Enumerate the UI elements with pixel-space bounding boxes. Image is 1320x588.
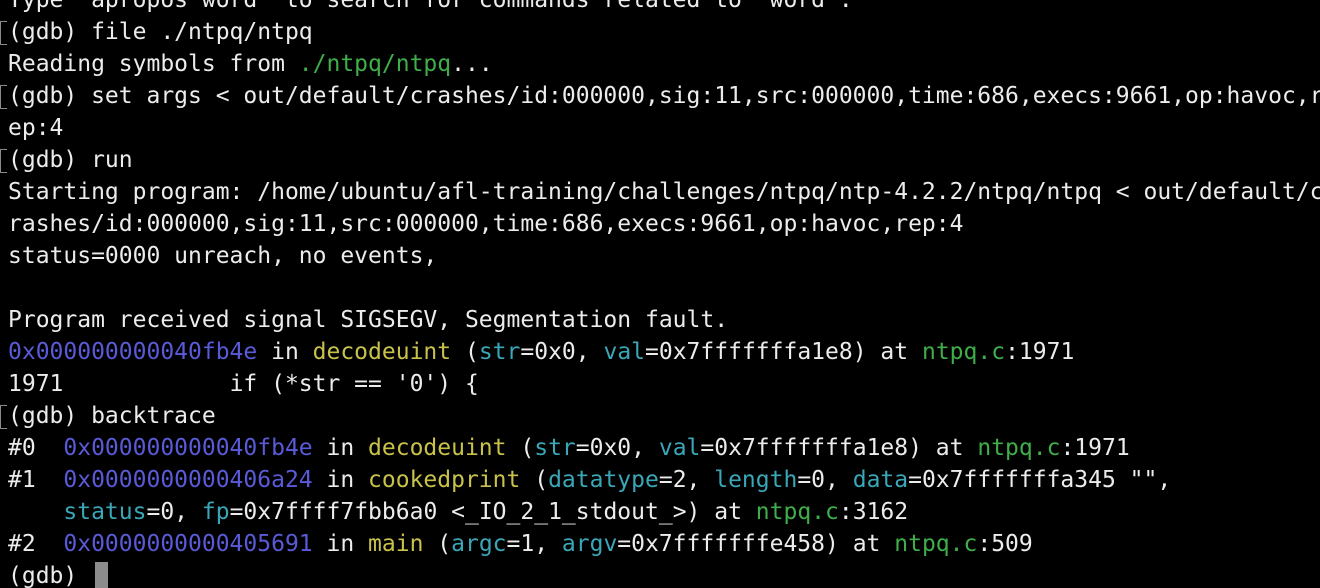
frame-address: 0x000000000040fb4e — [8, 339, 258, 365]
gdb-set-args-wrap: ep:4 — [8, 115, 64, 141]
terminal-window[interactable]: Type "apropos word" to search for comman… — [0, 0, 1320, 588]
backtrace-frame-1: #1 0x0000000000406a24 in cookedprint (da… — [8, 467, 1172, 493]
gdb-file-command: (gdb) file ./ntpq/ntpq — [8, 19, 313, 45]
starting-program-line: Starting program: /home/ubuntu/afl-train… — [8, 179, 1320, 205]
gdb-prompt: (gdb) — [8, 563, 92, 588]
prompt-mark — [0, 21, 7, 45]
function-name: decodeuint — [312, 339, 452, 365]
prompt-mark — [0, 149, 7, 173]
backtrace-frame-2: #2 0x0000000000405691 in main (argc=1, a… — [8, 531, 1033, 557]
reading-symbols-line: Reading symbols from ./ntpq/ntpq... — [8, 51, 493, 77]
signal-received-line: Program received signal SIGSEGV, Segment… — [8, 307, 729, 333]
gdb-prompt-line[interactable]: (gdb) — [8, 560, 109, 588]
status-output-line: status=0000 unreach, no events, — [8, 243, 438, 269]
source-file: ntpq.c — [921, 339, 1006, 365]
gdb-run-command: (gdb) run — [8, 147, 133, 173]
gdb-set-args-command: (gdb) set args < out/default/crashes/id:… — [8, 83, 1320, 109]
symbol-path: ./ntpq/ntpq — [298, 51, 452, 77]
prompt-mark — [0, 85, 7, 109]
source-line: 1971 if (*str == '0') { — [8, 371, 479, 397]
gdb-backtrace-command: (gdb) backtrace — [8, 403, 216, 429]
text-cursor — [95, 562, 109, 588]
prompt-mark — [0, 405, 7, 429]
gdb-help-line: Type "apropos word" to search for comman… — [8, 0, 853, 13]
backtrace-frame-0: #0 0x000000000040fb4e in decodeuint (str… — [8, 435, 1130, 461]
starting-program-wrap: rashes/id:000000,sig:11,src:000000,time:… — [8, 211, 964, 237]
backtrace-frame-1-continued: status=0, fp=0x7ffff7fbb6a0 <_IO_2_1_std… — [63, 499, 909, 525]
crash-frame-line: 0x000000000040fb4e in decodeuint (str=0x… — [8, 339, 1075, 365]
